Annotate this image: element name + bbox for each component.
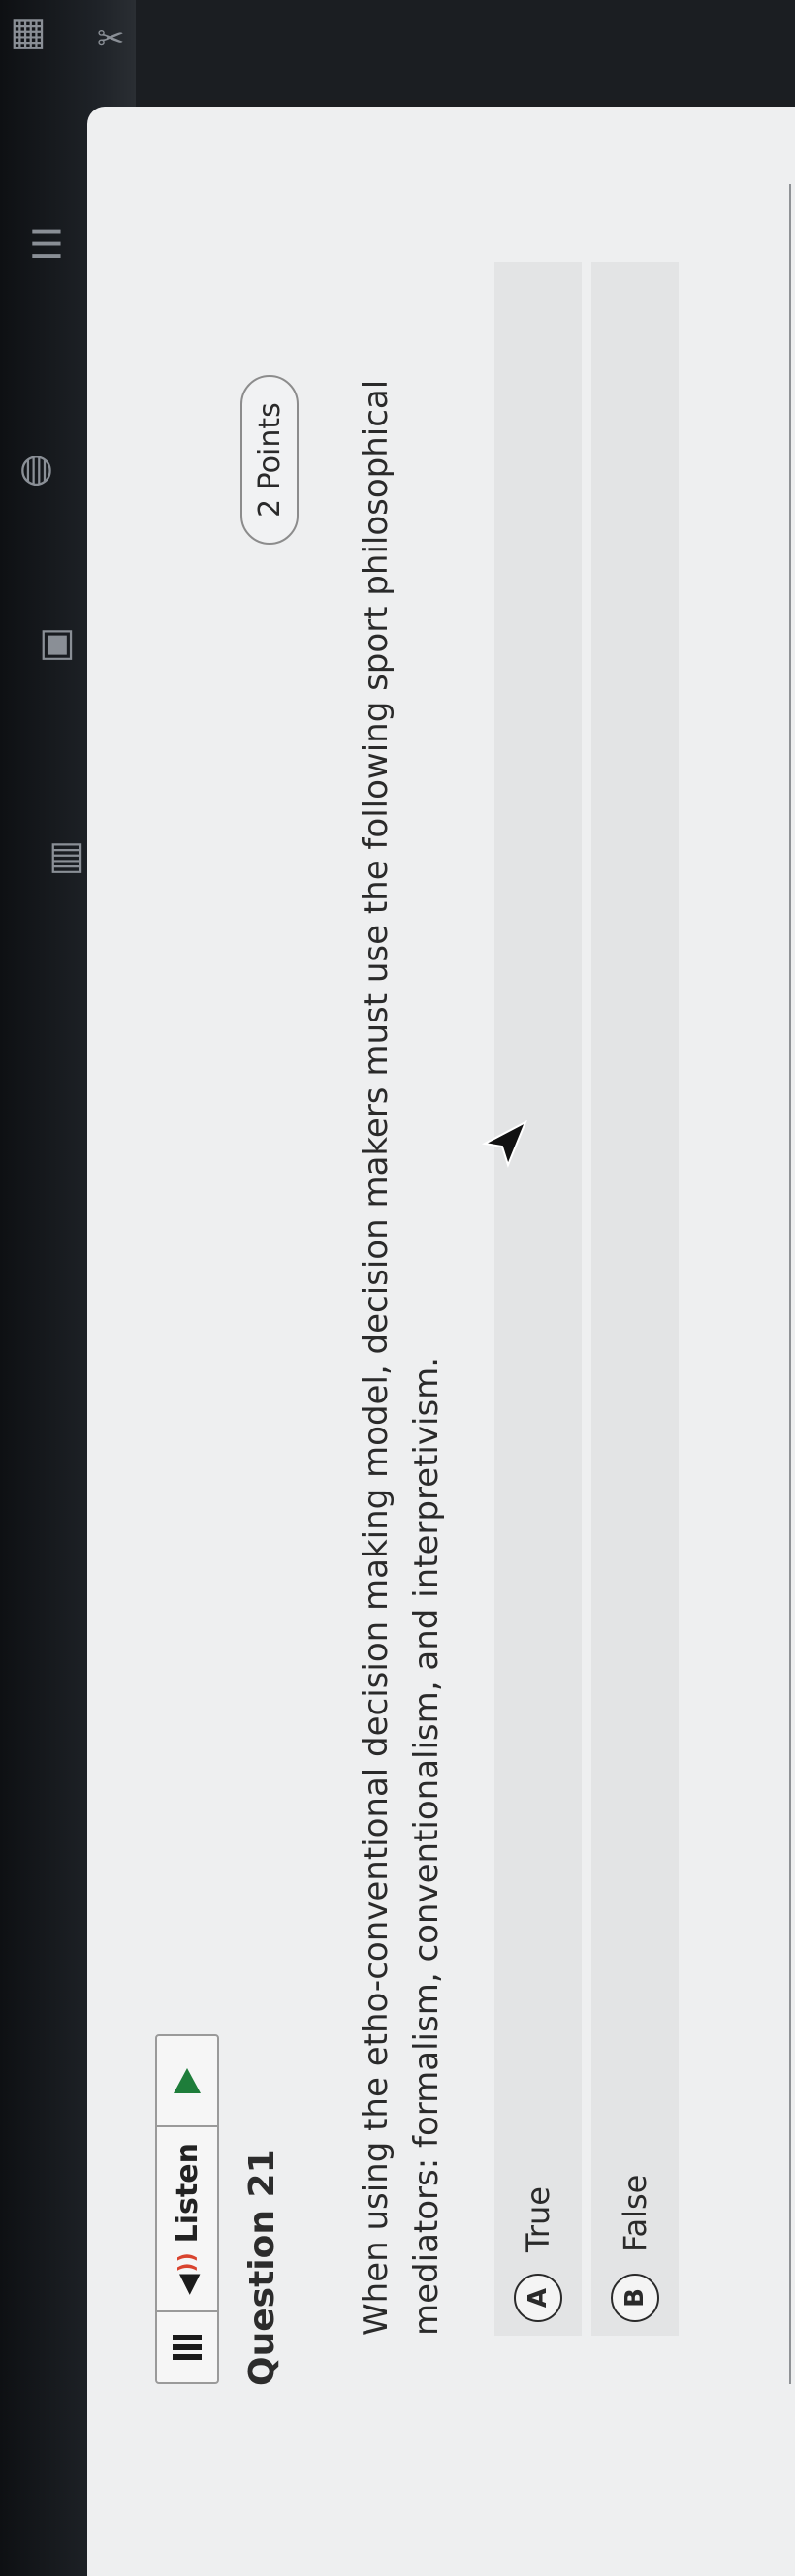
chart-icon[interactable]: ▤	[48, 833, 85, 878]
points-badge: 2 Points	[240, 375, 299, 545]
answer-letter-badge[interactable]: B	[611, 2274, 659, 2322]
question-text: When using the etho-conventional decisio…	[357, 379, 446, 2336]
mouse-cursor-icon	[481, 1119, 527, 1168]
answer-option-b[interactable]: B False	[591, 262, 679, 2336]
speaker-icon: ◀	[171, 2274, 204, 2295]
sound-waves-icon: ))	[175, 2252, 200, 2273]
grid-icon[interactable]: ▦	[10, 10, 47, 54]
question-title: Question 21	[242, 2149, 282, 2386]
listen-label: Listen	[170, 2143, 205, 2244]
answer-letter-badge[interactable]: A	[514, 2274, 562, 2322]
image-icon[interactable]: ▣	[39, 620, 76, 665]
screen: ▦ ✂ ☰ ◍ ▣ ▤ ◀ )) Listen Question 21 2 Po…	[0, 0, 795, 2576]
question-panel: ◀ )) Listen Question 21 2 Points When us…	[126, 184, 795, 2529]
menu-icon[interactable]	[157, 2310, 217, 2382]
answer-label: False	[617, 2174, 653, 2252]
globe-icon[interactable]: ◍	[19, 446, 53, 490]
answer-label: True	[520, 2186, 556, 2252]
play-icon	[174, 2068, 201, 2094]
listen-toolbar: ◀ )) Listen	[155, 2034, 219, 2384]
listen-button[interactable]: ◀ )) Listen	[157, 2125, 217, 2310]
answer-option-a[interactable]: A True	[494, 262, 582, 2336]
quiz-page: ◀ )) Listen Question 21 2 Points When us…	[87, 107, 795, 2576]
tools-icon[interactable]: ✂	[97, 19, 125, 58]
notes-icon[interactable]: ☰	[29, 223, 64, 267]
play-button[interactable]	[157, 2036, 217, 2125]
divider	[789, 184, 791, 2384]
